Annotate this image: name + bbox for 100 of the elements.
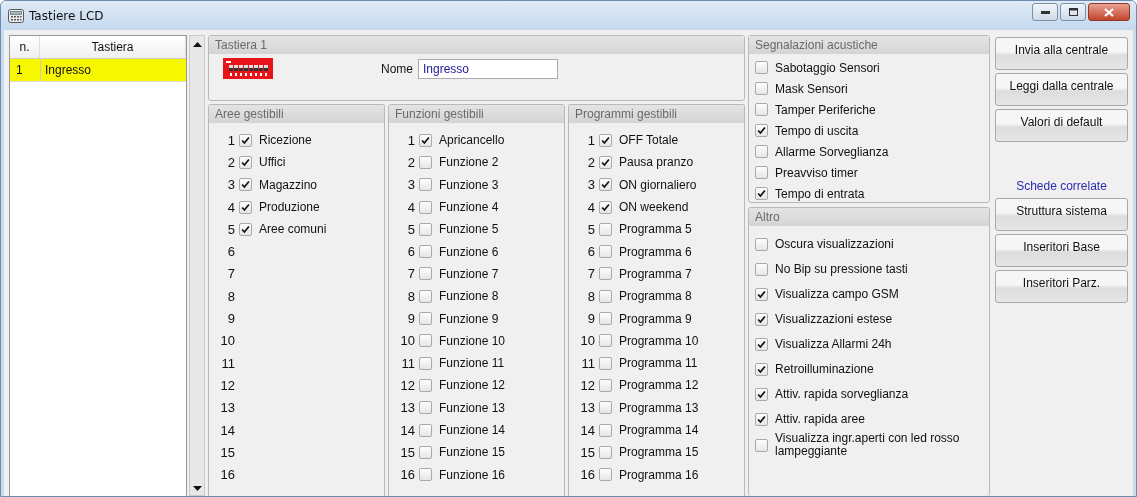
checkbox[interactable] xyxy=(419,133,432,147)
name-field[interactable]: Ingresso xyxy=(418,58,558,79)
checkbox-label[interactable]: Funzione 10 xyxy=(439,333,506,348)
checkbox-label[interactable]: Funzione 12 xyxy=(439,378,506,393)
checkbox[interactable] xyxy=(239,133,252,147)
checkbox[interactable] xyxy=(599,245,612,259)
navigation-button[interactable]: Struttura sistema xyxy=(995,198,1128,231)
checkbox[interactable] xyxy=(755,363,768,376)
checkbox[interactable] xyxy=(599,222,612,236)
checkbox[interactable] xyxy=(755,288,768,301)
checkbox-label[interactable]: Funzione 9 xyxy=(439,311,499,326)
scrollbar[interactable] xyxy=(189,35,205,496)
checkbox-label[interactable]: Funzione 16 xyxy=(439,467,506,482)
checkbox-label[interactable]: OFF Totale xyxy=(619,133,679,148)
checkbox[interactable] xyxy=(419,356,432,370)
action-button[interactable]: Leggi dalla centrale xyxy=(995,73,1128,106)
checkbox[interactable] xyxy=(419,267,432,281)
checkbox-label[interactable]: Visualizza ingr.aperti con led rosso lampeggiante xyxy=(775,432,975,458)
checkbox[interactable] xyxy=(755,145,768,158)
checkbox[interactable] xyxy=(755,238,768,251)
checkbox[interactable] xyxy=(599,356,612,370)
checkbox[interactable] xyxy=(419,445,432,459)
checkbox[interactable] xyxy=(419,245,432,259)
checkbox[interactable] xyxy=(599,401,612,415)
checkbox[interactable] xyxy=(755,338,768,351)
checkbox-label[interactable]: Funzione 5 xyxy=(439,222,499,237)
checkbox[interactable] xyxy=(599,178,612,192)
checkbox[interactable] xyxy=(755,187,768,200)
checkbox-label[interactable]: Visualizzazioni estese xyxy=(775,313,975,326)
checkbox[interactable] xyxy=(755,82,768,95)
checkbox-label[interactable]: Allarme Sorveglianza xyxy=(775,144,889,159)
maximize-button[interactable] xyxy=(1060,3,1086,21)
checkbox-label[interactable]: Uffici xyxy=(259,155,286,170)
checkbox-label[interactable]: Programma 8 xyxy=(619,289,692,304)
checkbox-label[interactable]: Funzione 11 xyxy=(439,356,505,371)
checkbox-label[interactable]: Attiv. rapida aree xyxy=(775,413,975,426)
column-header[interactable]: n. xyxy=(10,36,40,58)
checkbox[interactable] xyxy=(755,438,768,452)
checkbox-label[interactable]: Tempo di uscita xyxy=(775,123,859,138)
checkbox[interactable] xyxy=(755,413,768,426)
checkbox-label[interactable]: Programma 15 xyxy=(619,445,699,460)
checkbox-label[interactable]: Oscura visualizzazioni xyxy=(775,238,975,251)
checkbox-label[interactable]: Programma 16 xyxy=(619,467,699,482)
checkbox-label[interactable]: Apricancello xyxy=(439,133,505,148)
checkbox[interactable] xyxy=(755,313,768,326)
checkbox-label[interactable]: Visualizza campo GSM xyxy=(775,288,975,301)
checkbox[interactable] xyxy=(419,289,432,303)
minimize-button[interactable] xyxy=(1032,3,1058,21)
checkbox-label[interactable]: Produzione xyxy=(259,200,320,215)
action-button[interactable]: Invia alla centrale xyxy=(995,37,1128,70)
checkbox-label[interactable]: Funzione 14 xyxy=(439,423,506,437)
checkbox[interactable] xyxy=(755,61,768,74)
checkbox[interactable] xyxy=(755,124,768,137)
checkbox-label[interactable]: Aree comuni xyxy=(259,222,327,237)
checkbox-label[interactable]: Sabotaggio Sensori xyxy=(775,60,880,75)
checkbox-label[interactable]: Ricezione xyxy=(259,133,312,148)
checkbox-label[interactable]: Programma 5 xyxy=(619,222,692,237)
checkbox-label[interactable]: Funzione 3 xyxy=(439,177,499,192)
checkbox-label[interactable]: No Bip su pressione tasti xyxy=(775,263,975,276)
checkbox[interactable] xyxy=(419,378,432,392)
checkbox[interactable] xyxy=(419,468,432,482)
checkbox[interactable] xyxy=(599,155,612,169)
checkbox-label[interactable]: Visualizza Allarmi 24h xyxy=(775,338,975,351)
checkbox-label[interactable]: Funzione 4 xyxy=(439,200,499,215)
checkbox-label[interactable]: ON giornaliero xyxy=(619,177,697,192)
checkbox-label[interactable]: Attiv. rapida sorveglianza xyxy=(775,388,975,401)
checkbox[interactable] xyxy=(755,103,768,116)
checkbox-label[interactable]: Programma 12 xyxy=(619,378,699,393)
checkbox[interactable] xyxy=(599,423,612,437)
checkbox-label[interactable]: Programma 9 xyxy=(619,311,692,326)
checkbox-label[interactable]: Programma 14 xyxy=(619,423,699,437)
checkbox[interactable] xyxy=(755,263,768,276)
checkbox-label[interactable]: Programma 13 xyxy=(619,400,699,415)
checkbox[interactable] xyxy=(599,133,612,147)
checkbox-label[interactable]: Funzione 13 xyxy=(439,400,506,415)
table-row[interactable]: 1 Ingresso xyxy=(10,59,186,82)
scroll-down-icon[interactable] xyxy=(192,486,202,491)
checkbox[interactable] xyxy=(755,388,768,401)
checkbox[interactable] xyxy=(419,312,432,325)
checkbox-label[interactable]: Preavviso timer xyxy=(775,165,858,180)
checkbox[interactable] xyxy=(599,267,612,281)
checkbox[interactable] xyxy=(599,445,612,459)
checkbox[interactable] xyxy=(599,289,612,303)
checkbox-label[interactable]: Programma 7 xyxy=(619,266,692,281)
checkbox-label[interactable]: Pausa pranzo xyxy=(619,155,694,170)
checkbox-label[interactable]: ON weekend xyxy=(619,200,689,215)
checkbox-label[interactable]: Funzione 2 xyxy=(439,155,499,170)
checkbox[interactable] xyxy=(599,312,612,325)
checkbox-label[interactable]: Funzione 15 xyxy=(439,445,506,460)
checkbox-label[interactable]: Programma 11 xyxy=(619,356,698,371)
checkbox[interactable] xyxy=(755,166,768,179)
checkbox[interactable] xyxy=(419,155,432,169)
scroll-up-icon[interactable] xyxy=(192,42,202,47)
checkbox-label[interactable]: Magazzino xyxy=(259,177,318,192)
checkbox[interactable] xyxy=(419,200,432,214)
checkbox[interactable] xyxy=(419,401,432,415)
checkbox-label[interactable]: Funzione 7 xyxy=(439,266,499,281)
checkbox-label[interactable]: Funzione 6 xyxy=(439,244,499,259)
checkbox-label[interactable]: Tempo di entrata xyxy=(775,186,865,201)
checkbox[interactable] xyxy=(599,334,612,348)
